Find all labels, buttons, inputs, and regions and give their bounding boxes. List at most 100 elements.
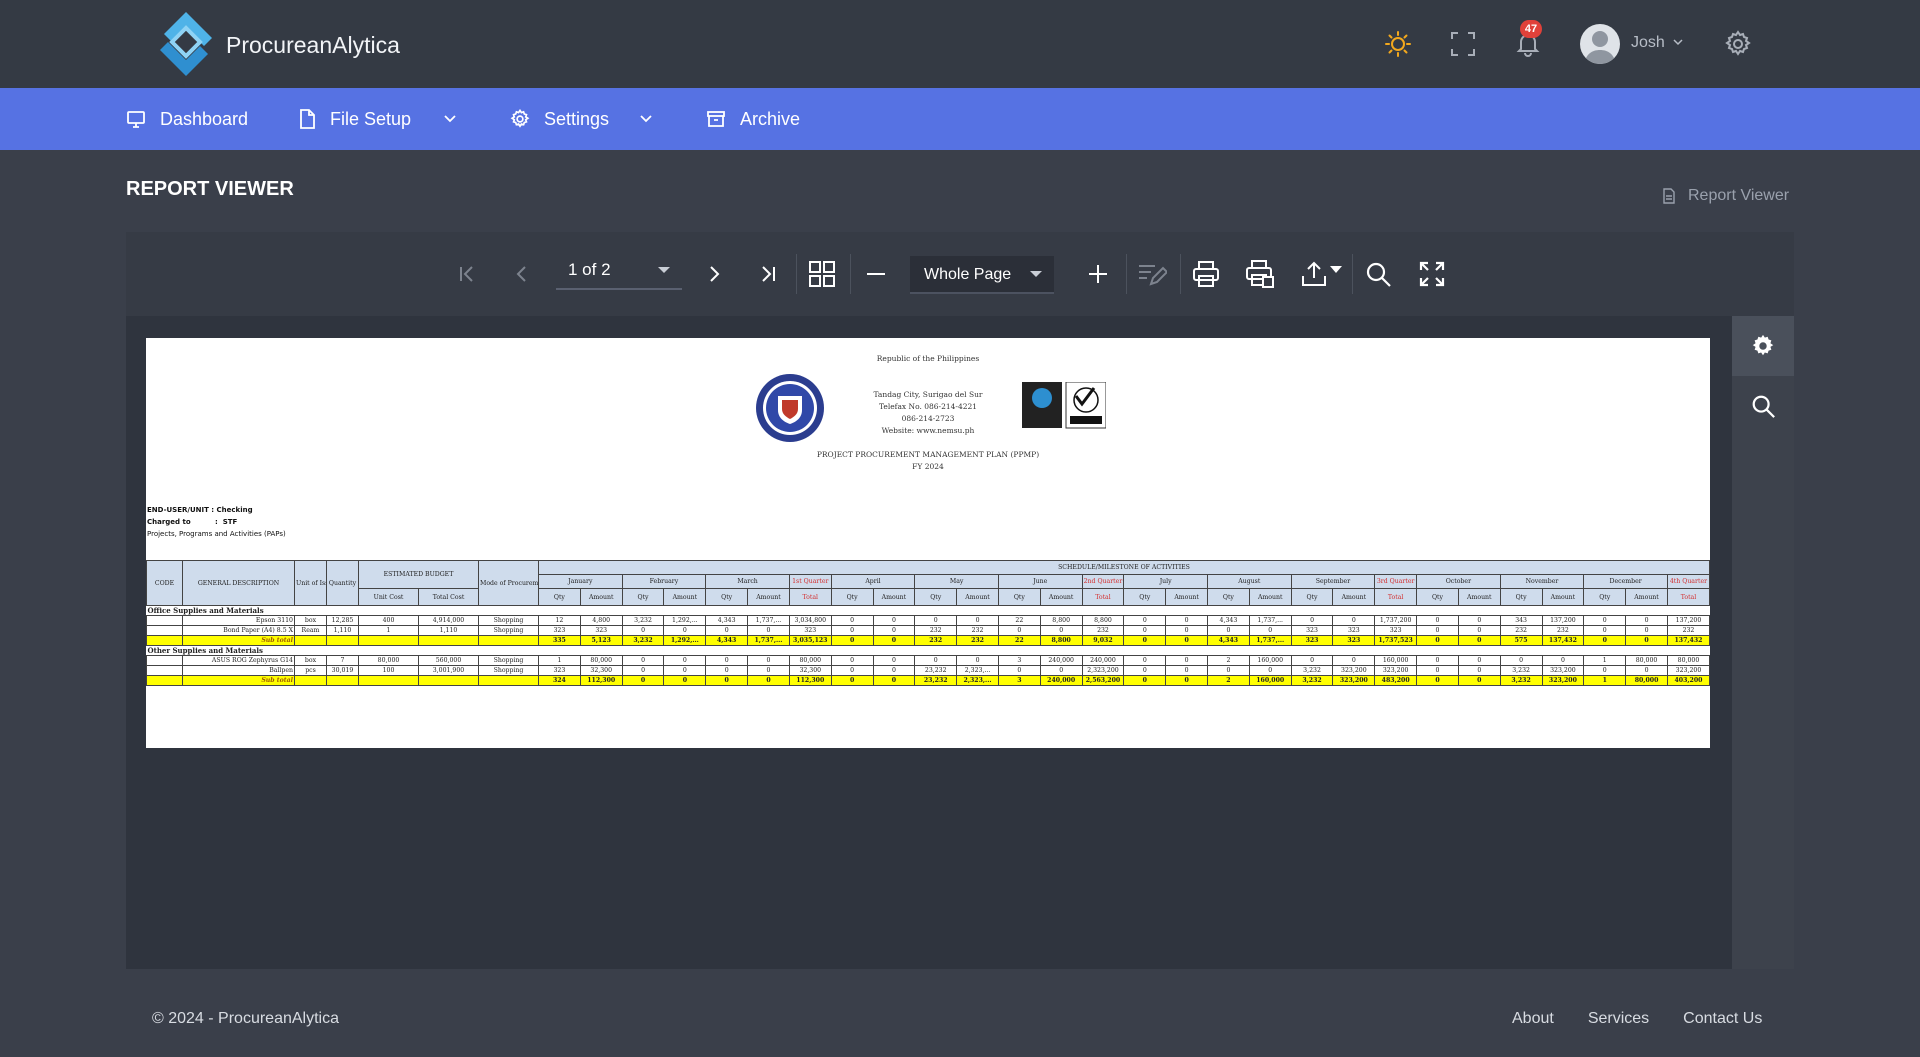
table-cell: 0 — [1039, 665, 1083, 676]
table-cell: 0 — [747, 665, 790, 676]
subtotal-cell: 4,343 — [1207, 635, 1250, 646]
table-cell: 0 — [1207, 665, 1250, 676]
page-number-dropdown[interactable]: 1 of 2 — [556, 252, 682, 290]
header-qty: Qty — [1207, 588, 1250, 606]
full-screen-expand-icon[interactable] — [1412, 254, 1452, 294]
table-cell: 240,000 — [1081, 655, 1125, 666]
previous-page-icon[interactable] — [502, 254, 542, 294]
brand-name[interactable]: ProcureanAlytica — [226, 32, 400, 59]
footer-link-about[interactable]: About — [1512, 1010, 1554, 1028]
subtotal-cell — [358, 675, 419, 686]
file-setup-chevron-down-icon[interactable] — [442, 110, 458, 126]
username-label[interactable]: Josh — [1631, 34, 1665, 52]
iso-ukas-certification-logo-icon — [1022, 382, 1106, 429]
nav-archive[interactable]: Archive — [706, 88, 800, 150]
table-cell: 80,000 — [1625, 655, 1668, 666]
header-description: GENERAL DESCRIPTION — [182, 560, 295, 606]
subtotal-cell: 1,737,... — [1248, 635, 1292, 646]
settings-gear-icon[interactable] — [1722, 28, 1754, 60]
print-page-icon[interactable] — [1240, 254, 1280, 294]
table-cell — [146, 675, 183, 686]
side-settings-gear-icon[interactable] — [1732, 316, 1794, 376]
table-cell: 0 — [1625, 625, 1668, 636]
table-cell: 0 — [1165, 665, 1208, 676]
table-cell — [146, 635, 183, 646]
brand-logo-icon[interactable] — [150, 8, 222, 80]
table-cell: 3,232 — [1499, 665, 1543, 676]
table-cell: 0 — [1165, 615, 1208, 626]
search-icon[interactable] — [1358, 254, 1398, 294]
breadcrumb-current[interactable]: Report Viewer — [1688, 187, 1789, 205]
table-cell: Epson 3110 — [182, 615, 295, 626]
first-page-icon[interactable] — [447, 254, 487, 294]
subtotal-cell: 0 — [1165, 635, 1208, 646]
header-qty: Qty — [914, 588, 958, 606]
table-cell: 0 — [1248, 625, 1292, 636]
header-month: 2nd Quarter — [1081, 574, 1125, 589]
header-month: 1st Quarter — [788, 574, 832, 589]
subtotal-cell: 4,343 — [705, 635, 749, 646]
zoom-out-minus-icon[interactable] — [856, 254, 896, 294]
table-cell: ASUS ROG Zephyrus G14 — [182, 655, 295, 666]
export-upload-icon[interactable] — [1294, 254, 1334, 294]
export-dropdown-caret-icon[interactable] — [1330, 266, 1342, 274]
subtotal-cell — [358, 635, 419, 646]
user-avatar[interactable] — [1580, 24, 1620, 64]
table-cell: 1,292,... — [663, 615, 707, 626]
zoom-dropdown-caret-icon — [1030, 271, 1042, 277]
table-cell: 0 — [1290, 615, 1334, 626]
subtotal-cell: 0 — [705, 675, 749, 686]
nav-dashboard[interactable]: Dashboard — [126, 88, 248, 150]
table-cell: 232 — [1081, 625, 1125, 636]
subtotal-cell: 232 — [956, 635, 999, 646]
header-amount: Amount — [1457, 588, 1501, 606]
table-cell: 1,737,200 — [1374, 615, 1418, 626]
last-page-icon[interactable] — [748, 254, 788, 294]
subtotal-cell — [478, 675, 539, 686]
report-fiscal-year: FY 2024 — [912, 462, 944, 471]
theme-toggle-sun-icon[interactable] — [1382, 28, 1414, 60]
zoom-mode-dropdown[interactable]: Whole Page — [910, 256, 1054, 294]
table-cell: 0 — [1457, 615, 1501, 626]
table-cell: 323,200 — [1374, 665, 1418, 676]
table-cell: 0 — [1165, 655, 1208, 666]
next-page-icon[interactable] — [694, 254, 734, 294]
section-title: Office Supplies and Materials — [146, 605, 1710, 616]
subtotal-cell: 160,000 — [1248, 675, 1292, 686]
footer-link-contact[interactable]: Contact Us — [1683, 1010, 1762, 1028]
nav-archive-label: Archive — [740, 108, 801, 129]
edit-parameters-icon[interactable] — [1132, 254, 1172, 294]
fullscreen-icon[interactable] — [1447, 28, 1479, 60]
user-menu-chevron-down-icon[interactable] — [1672, 36, 1684, 48]
table-cell: 0 — [956, 655, 999, 666]
print-icon[interactable] — [1186, 254, 1226, 294]
header-qty: Qty — [997, 588, 1041, 606]
settings-chevron-down-icon[interactable] — [638, 110, 654, 126]
subtotal-cell: 0 — [1123, 675, 1167, 686]
footer-link-services[interactable]: Services — [1588, 1010, 1649, 1028]
nav-settings[interactable]: Settings — [510, 88, 609, 150]
subtotal-cell: 23,232 — [914, 675, 958, 686]
subtotal-cell: 240,000 — [1039, 675, 1083, 686]
thumbnails-grid-icon[interactable] — [802, 254, 842, 294]
table-cell: 0 — [705, 665, 749, 676]
nav-file-setup[interactable]: File Setup — [298, 88, 411, 150]
subtotal-cell: 9,032 — [1081, 635, 1125, 646]
header-amount: Amount — [663, 588, 707, 606]
header-code: CODE — [146, 560, 183, 606]
header-unit-cost: Unit Cost — [358, 588, 419, 606]
header-amount: Amount — [579, 588, 623, 606]
table-cell: 0 — [1625, 615, 1668, 626]
table-cell: 0 — [1457, 665, 1501, 676]
subtotal-cell: 0 — [1416, 675, 1459, 686]
header-amount: Amount — [872, 588, 916, 606]
table-cell: 0 — [956, 615, 999, 626]
table-cell: 0 — [1332, 655, 1376, 666]
zoom-in-plus-icon[interactable] — [1078, 254, 1118, 294]
table-cell: 0 — [830, 625, 874, 636]
table-cell: 12,285 — [326, 615, 359, 626]
side-search-icon[interactable] — [1732, 376, 1794, 436]
subtotal-cell: 0 — [830, 635, 874, 646]
table-cell: box — [294, 615, 327, 626]
table-cell: pcs — [294, 665, 327, 676]
